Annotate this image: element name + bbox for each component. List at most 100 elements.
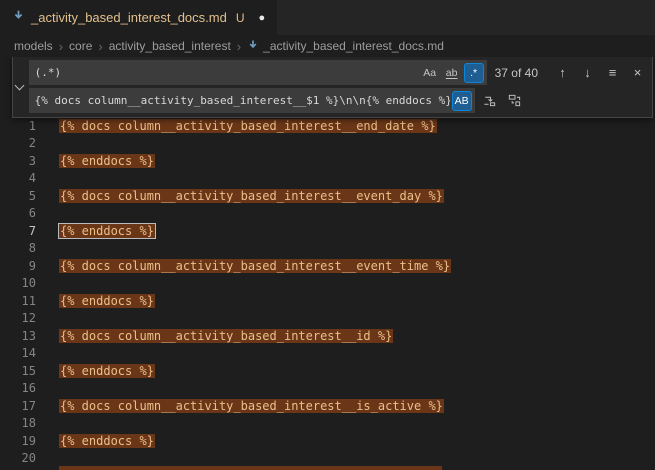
next-match-button[interactable]: ↓ (577, 62, 598, 83)
code-line[interactable]: 16 (0, 380, 655, 398)
line-number[interactable]: 20 (0, 451, 36, 465)
match-highlight: {% docs column__activity_based_interest_… (59, 399, 444, 413)
chevron-down-icon (15, 80, 25, 90)
markdown-file-icon (12, 9, 25, 27)
code-line[interactable]: 17 {% docs column__activity_based_interes… (0, 397, 655, 415)
code-line[interactable]: 11 {% enddocs %} (0, 292, 655, 310)
tab-activity-based-interest-docs[interactable]: _activity_based_interest_docs.md U ● (0, 0, 277, 35)
line-number[interactable]: 10 (0, 276, 36, 290)
code-line[interactable]: 14 (0, 345, 655, 363)
tab-bar: _activity_based_interest_docs.md U ● (0, 0, 655, 35)
match-highlight: {% enddocs %} (59, 294, 155, 308)
line-number[interactable]: 5 (0, 189, 36, 203)
line-number[interactable]: 16 (0, 381, 36, 395)
tab-title: _activity_based_interest_docs.md (31, 10, 227, 25)
code-line[interactable]: 20 (0, 450, 655, 468)
code-line[interactable]: 1 {% docs column__activity_based_interest… (0, 117, 655, 135)
line-number[interactable]: 12 (0, 311, 36, 325)
partial-match-highlight (59, 466, 442, 470)
breadcrumb-item-file[interactable]: _activity_based_interest_docs.md (247, 39, 444, 54)
line-number[interactable]: 9 (0, 259, 36, 273)
code-line[interactable]: 10 (0, 275, 655, 293)
code-line[interactable]: 19 {% enddocs %} (0, 432, 655, 450)
code-line[interactable]: 5 {% docs column__activity_based_interest… (0, 187, 655, 205)
replace-all-button[interactable] (504, 90, 525, 111)
editor[interactable]: (.*) Aa ab .* 37 of 40 ↑ ↓ ≡ × {% docs c… (0, 57, 655, 470)
line-content: {% enddocs %} (59, 364, 155, 378)
code-line[interactable]: 6 (0, 205, 655, 223)
find-widget: (.*) Aa ab .* 37 of 40 ↑ ↓ ≡ × {% docs c… (12, 57, 653, 118)
regex-toggle[interactable]: .* (464, 63, 484, 83)
line-content: {% docs column__activity_based_interest_… (59, 259, 451, 273)
match-highlight: {% docs column__activity_based_interest_… (59, 119, 437, 133)
match-highlight: {% docs column__activity_based_interest_… (59, 189, 444, 203)
chevron-right-icon: › (237, 39, 241, 54)
previous-match-button[interactable]: ↑ (552, 62, 573, 83)
toggle-replace-button[interactable] (13, 57, 27, 117)
line-content: {% enddocs %} (59, 294, 155, 308)
code-line[interactable]: 3 {% enddocs %} (0, 152, 655, 170)
line-number[interactable]: 2 (0, 136, 36, 150)
line-number[interactable]: 8 (0, 241, 36, 255)
code-line[interactable]: 12 (0, 310, 655, 328)
line-number[interactable]: 1 (0, 119, 36, 133)
match-highlight: {% enddocs %} (59, 224, 155, 238)
close-find-widget-button[interactable]: × (627, 62, 648, 83)
code-line[interactable]: 4 (0, 170, 655, 188)
find-query-text: (.*) (35, 66, 418, 79)
line-content: {% enddocs %} (59, 223, 156, 238)
breadcrumb-item-activity-based-interest[interactable]: activity_based_interest (109, 39, 231, 53)
find-widget-rows: (.*) Aa ab .* 37 of 40 ↑ ↓ ≡ × {% docs c… (27, 57, 652, 117)
line-content: {% enddocs %} (59, 434, 155, 448)
match-case-toggle[interactable]: Aa (420, 63, 440, 83)
line-content: {% docs column__activity_based_interest_… (59, 189, 444, 203)
line-number[interactable]: 13 (0, 329, 36, 343)
line-number[interactable]: 18 (0, 416, 36, 430)
line-number[interactable]: 14 (0, 346, 36, 360)
whole-word-toggle[interactable]: ab (442, 63, 462, 83)
line-content (59, 466, 442, 470)
code-line[interactable]: 15 {% enddocs %} (0, 362, 655, 380)
chevron-right-icon: › (59, 39, 63, 54)
breadcrumb-item-core[interactable]: core (69, 39, 92, 53)
breadcrumb: models › core › activity_based_interest … (0, 35, 655, 57)
replace-row: {% docs column__activity_based_interest_… (29, 88, 648, 113)
find-results-count: 37 of 40 (495, 66, 538, 80)
line-number[interactable]: 15 (0, 364, 36, 378)
line-number[interactable]: 3 (0, 154, 36, 168)
code-line[interactable]: 7 {% enddocs %} (0, 222, 655, 240)
line-content: {% docs column__activity_based_interest_… (59, 399, 444, 413)
chevron-right-icon: › (98, 39, 102, 54)
find-in-selection-button[interactable]: ≡ (602, 62, 623, 83)
breadcrumb-item-models[interactable]: models (14, 39, 53, 53)
line-number[interactable]: 6 (0, 206, 36, 220)
line-content: {% docs column__activity_based_interest_… (59, 329, 393, 343)
match-highlight: {% docs column__activity_based_interest_… (59, 259, 451, 273)
find-row: (.*) Aa ab .* 37 of 40 ↑ ↓ ≡ × (29, 60, 648, 85)
code-line[interactable]: 8 (0, 240, 655, 258)
find-input[interactable]: (.*) Aa ab .* (29, 60, 487, 85)
markdown-file-icon (247, 39, 259, 54)
code-line[interactable]: 9 {% docs column__activity_based_interest… (0, 257, 655, 275)
line-number[interactable]: 7 (0, 224, 36, 238)
line-content: {% enddocs %} (59, 154, 155, 168)
text-cursor (155, 223, 157, 237)
match-highlight: {% docs column__activity_based_interest_… (59, 329, 393, 343)
git-status-badge: U (236, 11, 245, 25)
replace-button[interactable] (479, 90, 500, 111)
preserve-case-toggle[interactable]: AB (452, 91, 472, 111)
unsaved-dot-icon[interactable]: ● (259, 12, 266, 24)
match-highlight: {% enddocs %} (59, 434, 155, 448)
match-highlight: {% enddocs %} (59, 154, 155, 168)
code-lines: 1 {% docs column__activity_based_interest… (0, 57, 655, 470)
replace-value-text: {% docs column__activity_based_interest_… (35, 94, 450, 107)
line-number[interactable]: 19 (0, 434, 36, 448)
replace-input[interactable]: {% docs column__activity_based_interest_… (29, 88, 475, 113)
code-line[interactable]: 13 {% docs column__activity_based_interes… (0, 327, 655, 345)
line-number[interactable]: 4 (0, 171, 36, 185)
line-number[interactable]: 17 (0, 399, 36, 413)
match-highlight: {% enddocs %} (59, 364, 155, 378)
line-number[interactable]: 11 (0, 294, 36, 308)
code-line[interactable]: 2 (0, 135, 655, 153)
code-line[interactable]: 18 (0, 415, 655, 433)
